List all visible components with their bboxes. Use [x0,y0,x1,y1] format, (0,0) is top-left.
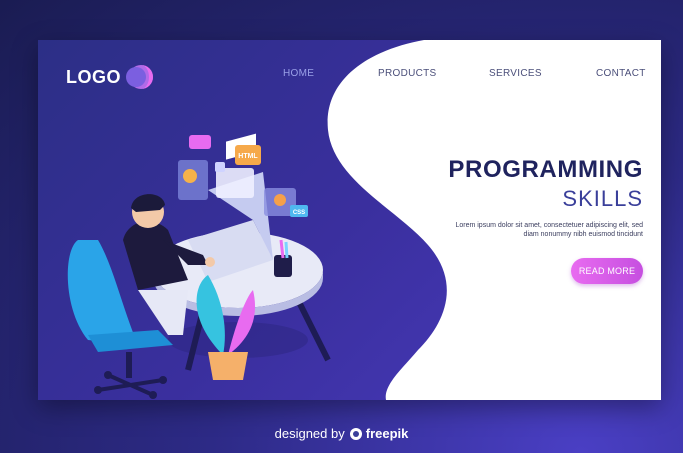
hero-description: Lorem ipsum dolor sit amet, consectetuer… [455,222,643,238]
credit-brand-name: freepik [365,426,409,441]
credit-prefix: designed by [274,426,345,441]
footer-credit: designed by freepik [0,426,683,441]
hero-title: PROGRAMMING [448,156,643,183]
freepik-logo-icon [349,427,362,440]
nav-products[interactable]: PRODUCTS [378,68,437,79]
programmer-illustration: HTML CSS [67,133,331,399]
nav-home[interactable]: HOME [283,68,314,79]
freepik-brand[interactable]: freepik [349,426,409,441]
read-more-button[interactable]: READ MORE [571,258,643,284]
landing-card: LOGO HOME PRODUCTS SERVICES CONTACT HTML… [38,40,661,400]
nav-services[interactable]: SERVICES [489,68,542,79]
css-badge: CSS [293,210,305,216]
html-badge: HTML [238,153,258,160]
hero-subtitle: SKILLS [562,186,643,211]
nav-contact[interactable]: CONTACT [596,68,646,79]
main-nav: HOME PRODUCTS SERVICES CONTACT [38,68,661,82]
